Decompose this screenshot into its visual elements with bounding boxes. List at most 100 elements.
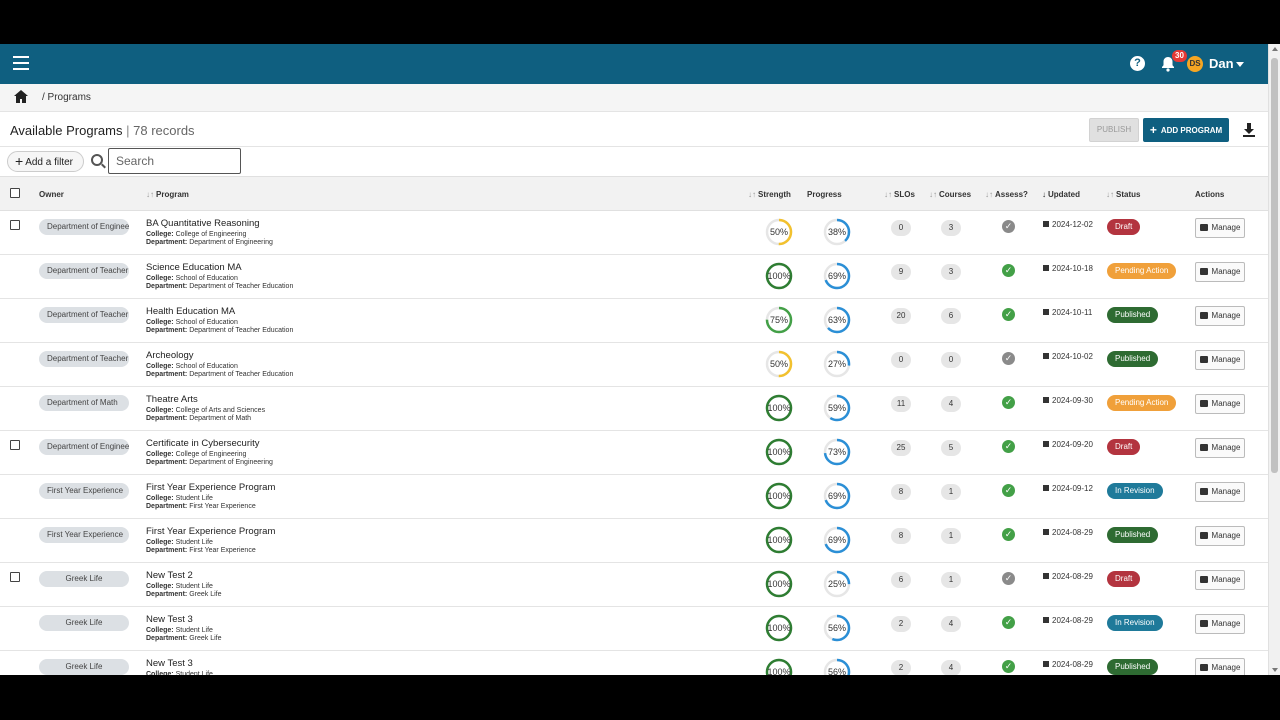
manage-button[interactable]: Manage [1195, 658, 1245, 675]
table-row[interactable]: Department of Teacher Education Science E… [0, 255, 1268, 299]
manage-button[interactable]: Manage [1195, 614, 1245, 634]
manage-label: Manage [1211, 355, 1241, 364]
home-icon[interactable] [14, 90, 28, 103]
manage-button[interactable]: Manage [1195, 306, 1245, 326]
manage-label: Manage [1211, 223, 1241, 232]
college-label: College: [146, 231, 174, 238]
table-row[interactable]: Department of Teacher Education Archeolog… [0, 343, 1268, 387]
scroll-down-icon[interactable] [1272, 668, 1278, 672]
manage-button[interactable]: Manage [1195, 526, 1245, 546]
column-slos-label: SLOs [894, 190, 915, 199]
department-value: Department of Math [189, 415, 252, 422]
check-circle-muted-icon: ✓ [1002, 352, 1015, 365]
program-name[interactable]: First Year Experience Program [146, 482, 275, 493]
program-name[interactable]: New Test 3 [146, 614, 193, 625]
chevron-down-icon[interactable] [1236, 62, 1244, 67]
column-strength[interactable]: ↓↑ Strength [748, 190, 791, 199]
title-separator: | [126, 123, 130, 138]
column-assess[interactable]: ↓↑ Assess? [985, 190, 1028, 199]
add-program-button[interactable]: + ADD PROGRAM [1143, 118, 1229, 142]
row-checkbox[interactable] [10, 572, 20, 582]
calendar-icon [1043, 529, 1049, 535]
column-owner[interactable]: Owner [39, 190, 64, 199]
column-status-label: Status [1116, 190, 1141, 199]
courses-count: 4 [941, 660, 961, 675]
table-row[interactable]: Greek Life New Test 2 College: Student Lif… [0, 563, 1268, 607]
row-checkbox[interactable] [10, 220, 20, 230]
program-name[interactable]: Archeology [146, 350, 194, 361]
column-slos[interactable]: ↓↑ SLOs [884, 190, 915, 199]
plus-icon: + [15, 153, 24, 169]
program-meta: College: Student Life Department: First Y… [146, 539, 256, 555]
program-name[interactable]: New Test 3 [146, 658, 193, 669]
avatar[interactable]: DS [1187, 56, 1203, 72]
table-row[interactable]: Department of Teacher Education Health Ed… [0, 299, 1268, 343]
scrollbar[interactable] [1268, 44, 1280, 675]
department-label: Department: [146, 459, 188, 466]
program-name[interactable]: First Year Experience Program [146, 526, 275, 537]
slos-count: 8 [891, 528, 911, 544]
table-row[interactable]: Department of Engineering Certificate in … [0, 431, 1268, 475]
slos-count: 2 [891, 616, 911, 632]
column-status[interactable]: ↓↑ Status [1106, 190, 1140, 199]
scrollbar-thumb[interactable] [1271, 58, 1278, 473]
search-input[interactable] [108, 148, 241, 174]
program-name[interactable]: New Test 2 [146, 570, 193, 581]
program-name[interactable]: Science Education MA [146, 262, 242, 273]
department-label: Department: [146, 591, 188, 598]
check-circle-icon: ✓ [1002, 484, 1015, 497]
manage-button[interactable]: Manage [1195, 570, 1245, 590]
updated-date: 2024-10-02 [1043, 352, 1093, 361]
sort-icon: ↓↑ [1106, 190, 1114, 199]
column-updated[interactable]: ↓ Updated [1042, 190, 1080, 199]
scroll-up-icon[interactable] [1272, 47, 1278, 51]
row-checkbox[interactable] [10, 440, 20, 450]
owner-chip: Department of Teacher Education [39, 307, 129, 323]
program-meta: College: College of Engineering Departmen… [146, 451, 273, 467]
user-name[interactable]: Dan [1209, 56, 1234, 71]
manage-button[interactable]: Manage [1195, 218, 1245, 238]
progress-ring-label: 56% [827, 667, 846, 675]
table-row[interactable]: Greek Life New Test 3 College: Student Lif… [0, 607, 1268, 651]
calendar-icon [1043, 265, 1049, 271]
add-filter-button[interactable]: + Add a filter [7, 151, 84, 172]
department-value: Department of Teacher Education [189, 371, 294, 378]
strength-ring-label: 100% [767, 271, 791, 281]
table-row[interactable]: Department of Engineering BA Quantitative… [0, 211, 1268, 255]
record-count: 78 records [133, 123, 195, 138]
updated-date: 2024-08-29 [1043, 572, 1093, 581]
strength-ring-label: 50% [769, 227, 788, 237]
menu-icon[interactable] [13, 56, 29, 70]
table-row[interactable]: First Year Experience First Year Experien… [0, 519, 1268, 563]
table-row[interactable]: Department of Math Theatre Arts College: C… [0, 387, 1268, 431]
help-icon[interactable]: ? [1130, 56, 1145, 71]
column-program[interactable]: ↓↑ Program [146, 190, 189, 199]
program-name[interactable]: Certificate in Cybersecurity [146, 438, 260, 449]
publish-button[interactable]: PUBLISH [1089, 118, 1139, 142]
program-name[interactable]: Health Education MA [146, 306, 235, 317]
table-row[interactable]: Greek Life New Test 3 College: Student Lif… [0, 651, 1268, 675]
table-row[interactable]: First Year Experience First Year Experien… [0, 475, 1268, 519]
status-badge: Draft [1107, 571, 1141, 587]
progress-ring-label: 69% [827, 535, 846, 545]
manage-button[interactable]: Manage [1195, 438, 1245, 458]
breadcrumb-current: / Programs [42, 92, 91, 103]
column-progress[interactable]: Progress [807, 190, 842, 199]
download-icon[interactable] [1243, 123, 1255, 137]
program-name[interactable]: Theatre Arts [146, 394, 198, 405]
strength-ring-label: 100% [767, 447, 791, 457]
college-value: Student Life [175, 583, 213, 590]
column-courses[interactable]: ↓↑ Courses [929, 190, 971, 199]
manage-button[interactable]: Manage [1195, 482, 1245, 502]
manage-label: Manage [1211, 575, 1241, 584]
manage-button[interactable]: Manage [1195, 262, 1245, 282]
strength-ring-label: 50% [769, 359, 788, 369]
calendar-icon [1043, 573, 1049, 579]
program-name[interactable]: BA Quantitative Reasoning [146, 218, 260, 229]
column-updated-label: Updated [1048, 190, 1080, 199]
manage-button[interactable]: Manage [1195, 350, 1245, 370]
strength-ring: 100% [764, 569, 794, 599]
manage-button[interactable]: Manage [1195, 394, 1245, 414]
select-all-checkbox[interactable] [10, 188, 20, 198]
status-badge: Draft [1107, 219, 1141, 235]
